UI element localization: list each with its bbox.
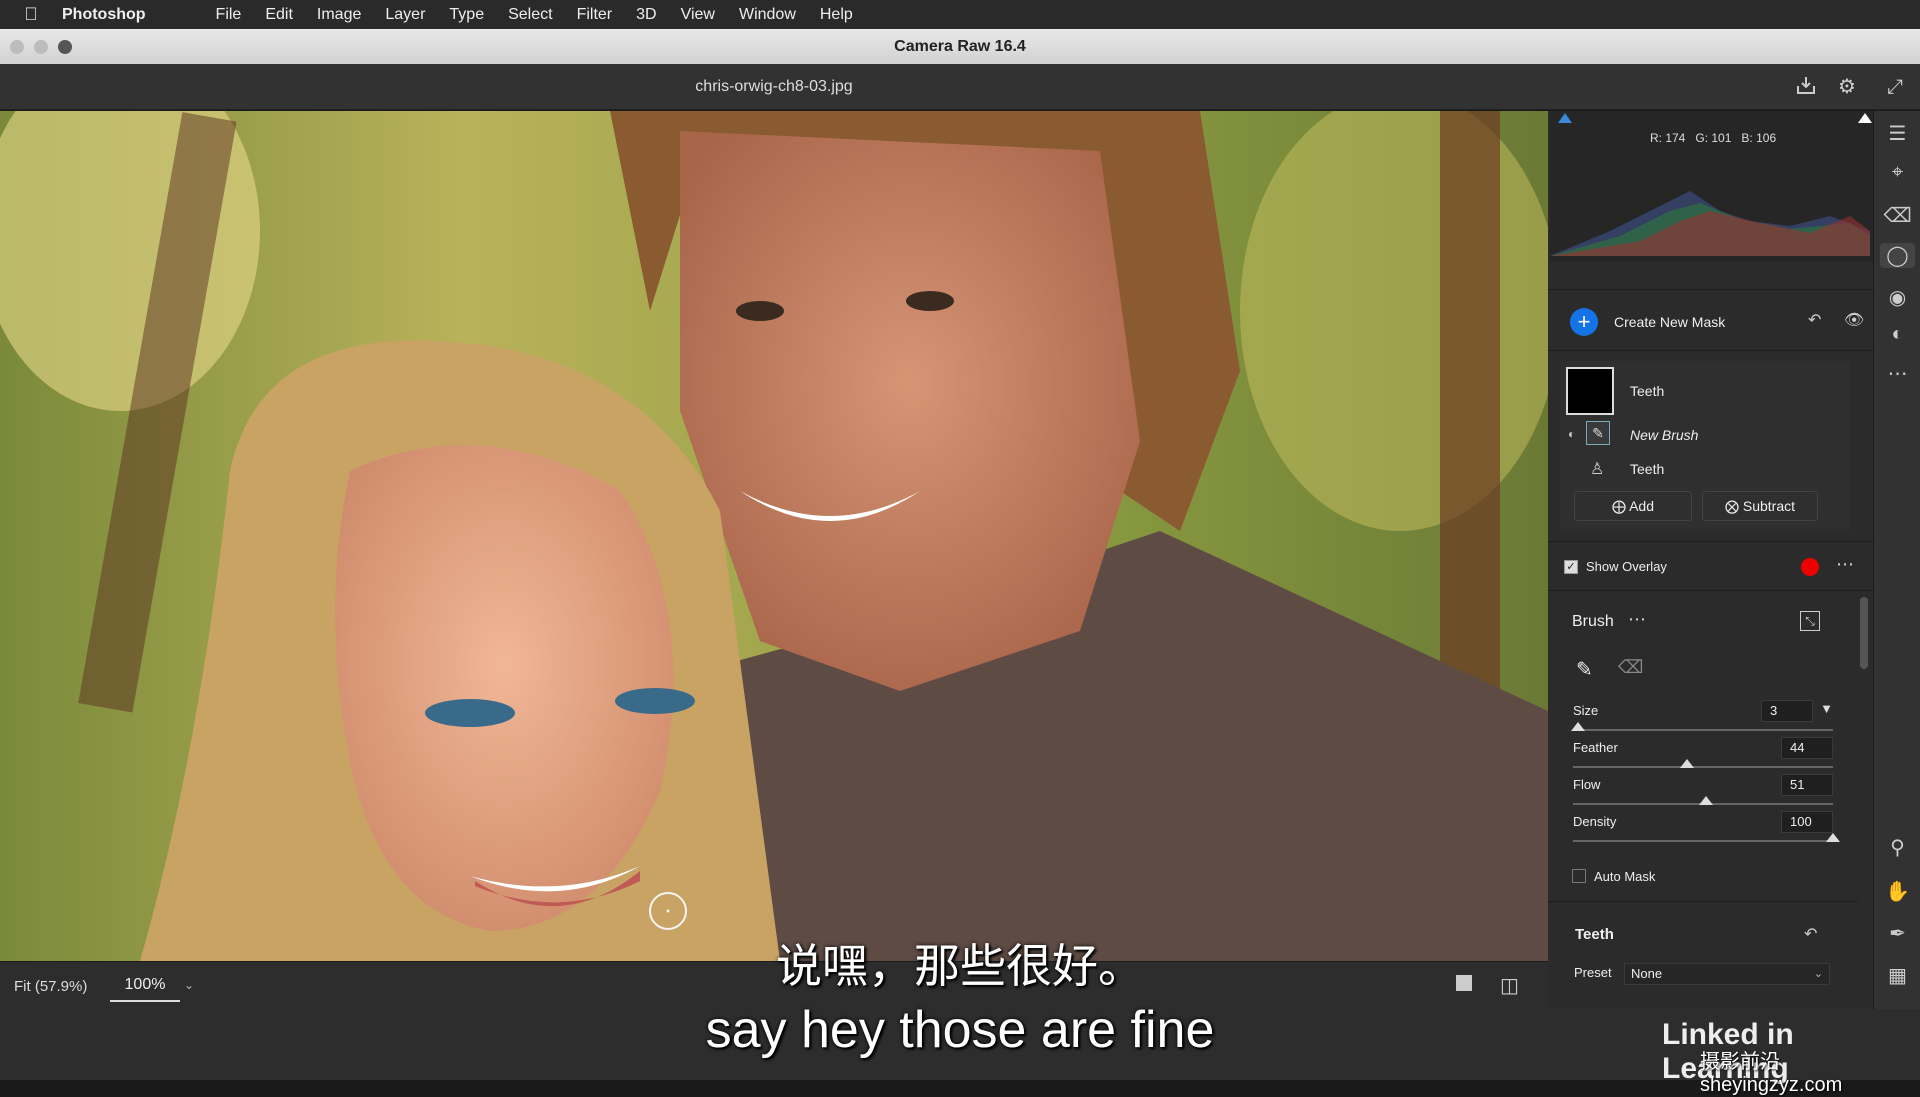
feather-value[interactable]: 44 bbox=[1781, 737, 1833, 759]
size-thumb[interactable] bbox=[1571, 722, 1586, 731]
menu-image[interactable]: Image bbox=[317, 6, 361, 24]
right-panel: R: 174 G: 101 B: 106 + Create New Mask ↶… bbox=[1548, 111, 1873, 1009]
create-mask-row: + Create New Mask ↶ 👁 bbox=[1548, 289, 1873, 351]
flow-label: Flow bbox=[1573, 777, 1601, 792]
menu-file[interactable]: File bbox=[216, 6, 242, 24]
gear-icon[interactable]: ⚙ bbox=[1834, 74, 1860, 100]
show-overlay-label: Show Overlay bbox=[1586, 559, 1667, 574]
minimize-button[interactable] bbox=[34, 40, 48, 54]
add-button[interactable]: ⨁ Add bbox=[1574, 491, 1692, 521]
shadow-clipping-icon[interactable] bbox=[1558, 113, 1572, 123]
density-slider[interactable]: Density 100 bbox=[1573, 811, 1840, 850]
subtitle-english: say hey those are fine bbox=[705, 1001, 1215, 1059]
create-new-mask-label: Create New Mask bbox=[1614, 314, 1726, 330]
menu-window[interactable]: Window bbox=[739, 6, 796, 24]
mask-name[interactable]: Teeth bbox=[1630, 383, 1664, 399]
mask-list: Teeth ◐ ✎ New Brush ♙ Teeth ⨁ Add ⨂ Subt… bbox=[1560, 361, 1850, 531]
overlay-row: ✓ Show Overlay ⋯ bbox=[1548, 541, 1873, 591]
menu-layer[interactable]: Layer bbox=[385, 6, 425, 24]
histogram-graph bbox=[1550, 191, 1870, 256]
menu-help[interactable]: Help bbox=[820, 6, 853, 24]
size-slider[interactable]: Size 3 ▼ bbox=[1571, 700, 1833, 739]
brush-options-icon[interactable]: ⋯ bbox=[1628, 609, 1646, 630]
show-overlay-checkbox[interactable]: ✓ bbox=[1564, 560, 1578, 574]
feather-track[interactable] bbox=[1573, 766, 1833, 768]
subtract-button[interactable]: ⨂ Subtract bbox=[1702, 491, 1818, 521]
menu-select[interactable]: Select bbox=[508, 6, 552, 24]
subtract-label: Subtract bbox=[1742, 498, 1796, 514]
menu-filter[interactable]: Filter bbox=[577, 6, 613, 24]
tool-strip: ☰ ⌖ ⌫ ◯ ◉ ◐ ⋯ ⚲ ✋ ✒ ▦ bbox=[1873, 111, 1920, 1009]
menu-3d[interactable]: 3D bbox=[636, 6, 656, 24]
watermark: 摄影前沿sheyingzyz.com bbox=[1700, 1051, 1843, 1096]
subtitle-chinese: 说嘿，那些很好。 bbox=[776, 939, 1144, 993]
image-canvas[interactable] bbox=[0, 111, 1548, 961]
reset-icon[interactable]: ↶ bbox=[1808, 310, 1821, 330]
teeth-component[interactable]: Teeth bbox=[1630, 461, 1664, 477]
close-button[interactable] bbox=[10, 40, 24, 54]
presets-icon[interactable]: ◐ bbox=[1874, 323, 1920, 346]
window-title: Camera Raw 16.4 bbox=[894, 37, 1026, 55]
select-teeth-icon: ♙ bbox=[1590, 461, 1605, 478]
brush-settings-icon[interactable]: ⤡ bbox=[1800, 611, 1820, 631]
create-new-mask-button[interactable]: + bbox=[1570, 308, 1598, 336]
auto-mask-checkbox[interactable] bbox=[1572, 869, 1586, 883]
menu-type[interactable]: Type bbox=[449, 6, 484, 24]
size-value[interactable]: 3 bbox=[1761, 700, 1813, 722]
histogram: R: 174 G: 101 B: 106 bbox=[1550, 111, 1873, 261]
density-thumb[interactable] bbox=[1826, 833, 1840, 842]
apple-icon[interactable]:  bbox=[0, 4, 62, 25]
brush-component-icon[interactable]: ✎ bbox=[1586, 421, 1610, 445]
feather-label: Feather bbox=[1573, 740, 1618, 755]
density-label: Density bbox=[1573, 814, 1617, 829]
highlight-clipping-icon[interactable] bbox=[1858, 113, 1872, 123]
healing-icon[interactable]: ⌫ bbox=[1874, 203, 1920, 228]
mask-thumbnail[interactable] bbox=[1566, 367, 1614, 415]
crop-icon[interactable]: ⌖ bbox=[1874, 161, 1920, 184]
brush-title: Brush bbox=[1572, 613, 1614, 630]
menu-edit[interactable]: Edit bbox=[265, 6, 293, 24]
feather-slider[interactable]: Feather 44 bbox=[1573, 737, 1833, 776]
camera-raw-header: chris-orwig-ch8-03.jpg ⚙ ⤢ bbox=[0, 64, 1920, 110]
flow-value[interactable]: 51 bbox=[1781, 774, 1833, 796]
eye-icon[interactable]: 👁 bbox=[1844, 310, 1864, 330]
fullscreen-icon[interactable]: ⤢ bbox=[1882, 74, 1908, 100]
edit-sliders-icon[interactable]: ☰ bbox=[1874, 121, 1920, 146]
add-label: Add bbox=[1629, 498, 1655, 514]
eraser-icon[interactable]: ⌫ bbox=[1618, 657, 1643, 678]
window-titlebar: Camera Raw 16.4 bbox=[0, 29, 1920, 64]
add-icon: ⨁ bbox=[1611, 498, 1626, 514]
feather-thumb[interactable] bbox=[1680, 759, 1695, 768]
component-name[interactable]: New Brush bbox=[1630, 427, 1698, 443]
density-track[interactable] bbox=[1573, 840, 1833, 842]
size-track[interactable] bbox=[1573, 729, 1833, 731]
red-eye-icon[interactable]: ◉ bbox=[1874, 285, 1920, 310]
subtract-icon: ⨂ bbox=[1724, 498, 1739, 514]
masking-icon[interactable]: ◯ bbox=[1880, 243, 1915, 268]
zoom-tool-icon[interactable]: ⚲ bbox=[1874, 835, 1920, 860]
save-icon[interactable] bbox=[1793, 74, 1819, 100]
menubar:  Photoshop File Edit Image Layer Type S… bbox=[0, 0, 1920, 29]
photo-image bbox=[0, 111, 1548, 961]
density-value[interactable]: 100 bbox=[1781, 811, 1833, 833]
size-label: Size bbox=[1573, 703, 1599, 718]
brush-tool-icon[interactable]: ✎ bbox=[1576, 657, 1593, 682]
app-menu[interactable]: Photoshop bbox=[62, 6, 146, 24]
window-controls bbox=[10, 40, 72, 54]
overlay-color-swatch[interactable] bbox=[1801, 558, 1819, 576]
panel-scrollbar[interactable] bbox=[1860, 597, 1868, 669]
more-options-icon[interactable]: ⋯ bbox=[1836, 554, 1854, 575]
file-name: chris-orwig-ch8-03.jpg bbox=[695, 78, 853, 95]
subtract-component-icon[interactable]: ◐ bbox=[1568, 427, 1575, 441]
flow-slider[interactable]: Flow 51 bbox=[1573, 774, 1833, 813]
more-tools-icon[interactable]: ⋯ bbox=[1874, 361, 1920, 386]
menu-view[interactable]: View bbox=[681, 6, 715, 24]
flow-thumb[interactable] bbox=[1698, 796, 1713, 805]
hand-tool-icon[interactable]: ✋ bbox=[1874, 879, 1920, 904]
auto-mask-label: Auto Mask bbox=[1594, 869, 1656, 884]
size-dropdown-icon[interactable]: ▼ bbox=[1820, 701, 1833, 716]
zoom-button[interactable] bbox=[58, 40, 72, 54]
